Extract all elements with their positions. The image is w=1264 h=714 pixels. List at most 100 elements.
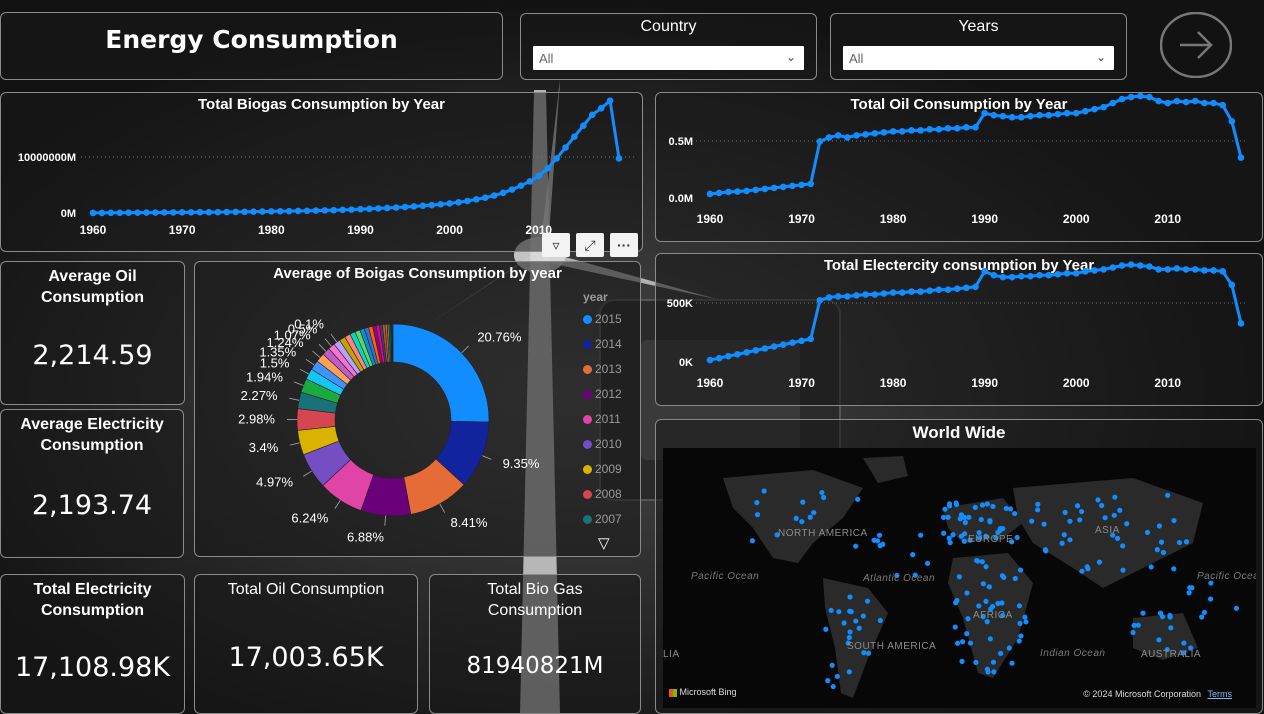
map-label-edge: LIA <box>663 649 680 660</box>
label-leader <box>334 500 341 509</box>
map-canvas[interactable]: NORTH AMERICA EUROPE ASIA AFRICA SOUTH A… <box>663 448 1256 708</box>
legend-item[interactable]: 2009 <box>583 462 622 476</box>
data-point <box>312 207 320 214</box>
location-dot <box>823 626 829 632</box>
data-point <box>1109 99 1117 107</box>
country-slicer-label: Country <box>640 18 697 35</box>
legend-item[interactable]: 2013 <box>583 362 622 376</box>
label-leader <box>303 470 312 477</box>
data-point <box>761 185 769 193</box>
location-dot <box>964 590 970 596</box>
location-dot <box>962 519 968 526</box>
location-dot <box>1199 614 1205 620</box>
world-map-card[interactable]: World Wide NORTH AMERICA EUROPE ASIA AFR… <box>655 419 1263 714</box>
legend-item[interactable]: 2012 <box>583 387 622 401</box>
location-dot <box>1029 518 1035 524</box>
data-point <box>1063 269 1071 277</box>
data-point <box>917 127 924 134</box>
data-point <box>553 155 560 162</box>
data-point <box>1127 261 1135 268</box>
data-point <box>187 209 195 216</box>
total-electricity-value: 17,108.98K <box>14 652 171 683</box>
donut-legend: year 2015 2014 2013 2012 2011 2010 2009 2008 200… <box>583 290 639 540</box>
location-dot <box>754 512 761 518</box>
slice-label: 2.98% <box>238 411 275 426</box>
location-dot <box>956 574 962 580</box>
location-dot <box>811 510 817 516</box>
location-dot <box>1154 547 1160 553</box>
data-point <box>357 205 364 213</box>
location-dot <box>1016 603 1023 609</box>
x-tick-label: 1960 <box>697 376 724 390</box>
legend-item[interactable]: 2007 <box>583 512 622 526</box>
map-terms-link[interactable]: Terms <box>1208 689 1233 699</box>
x-tick-label: 2010 <box>1154 212 1181 226</box>
data-point <box>1017 272 1025 280</box>
location-dot <box>1018 633 1024 639</box>
location-dot <box>1186 590 1192 596</box>
location-dot <box>961 514 968 520</box>
focus-mode-icon[interactable]: ⤢ <box>576 233 604 257</box>
years-dropdown[interactable]: All ⌄ <box>843 46 1114 70</box>
oil-line-chart-card[interactable]: Total Oil Consumption by Year 0.5M 0.0M 19… <box>655 92 1263 242</box>
location-dot <box>1067 537 1073 543</box>
slice-label: 9.35% <box>503 456 540 471</box>
country-dropdown[interactable]: All ⌄ <box>533 46 804 70</box>
next-page-button[interactable] <box>1159 11 1233 79</box>
data-point <box>944 286 952 293</box>
data-point <box>1082 107 1089 115</box>
map-label-pacific-left: Pacific Ocean <box>691 571 760 582</box>
location-dot <box>985 669 991 675</box>
legend-scroll-down-icon[interactable]: ▽ <box>598 534 610 552</box>
legend-item[interactable]: 2015 <box>583 312 622 326</box>
data-point <box>1182 266 1190 273</box>
legend-swatch <box>583 340 592 350</box>
data-point <box>844 134 851 141</box>
legend-swatch <box>583 465 592 475</box>
biogas-line-chart-card[interactable]: Total Biogas Consumption by Year 1000000… <box>0 92 643 252</box>
series-line <box>709 94 1243 196</box>
data-point <box>285 207 293 215</box>
legend-item[interactable]: 2010 <box>583 437 622 451</box>
location-dot <box>986 584 992 590</box>
legend-item[interactable]: 2008 <box>583 487 622 501</box>
data-point <box>1054 270 1062 278</box>
data-point <box>917 288 924 295</box>
location-dot <box>1158 539 1165 545</box>
data-point <box>1136 262 1144 269</box>
data-point <box>1228 117 1236 125</box>
legend-item[interactable]: 2014 <box>583 337 622 351</box>
data-point <box>232 208 239 216</box>
donut-chart-card[interactable]: Average of Boigas Consumption by year 20… <box>194 261 641 557</box>
location-dot <box>952 624 958 630</box>
label-leader <box>384 515 387 526</box>
data-point <box>898 289 906 296</box>
data-point <box>963 124 970 131</box>
data-point <box>816 296 824 304</box>
data-point <box>1008 113 1016 121</box>
location-dot <box>1144 529 1151 535</box>
map-label-south-america: SOUTH AMERICA <box>847 641 937 652</box>
location-dot <box>841 620 847 626</box>
data-point <box>816 138 824 145</box>
location-dot <box>847 629 853 635</box>
location-dot <box>1171 517 1177 524</box>
avg-oil-kpi-card: Average Oil Consumption 2,214.59 <box>0 261 185 405</box>
data-point <box>871 291 879 298</box>
location-dot <box>834 673 840 680</box>
electricity-line-chart-card[interactable]: Total Electercity consumption by Year 50… <box>655 253 1263 406</box>
filter-icon[interactable]: ▿ <box>542 233 570 257</box>
location-dot <box>990 659 997 665</box>
legend-item[interactable]: 2011 <box>583 412 621 426</box>
data-point <box>1054 110 1062 118</box>
more-options-icon[interactable]: ··· <box>610 233 638 257</box>
avg-electricity-kpi-card: Average Electricity Consumption 2,193.74 <box>0 409 184 558</box>
data-point <box>725 352 732 360</box>
data-point <box>743 349 750 356</box>
location-dot <box>1096 559 1103 565</box>
location-dot <box>1001 574 1007 580</box>
data-point <box>1045 111 1053 119</box>
label-leader <box>318 343 327 352</box>
location-dot <box>984 501 990 507</box>
total-oil-value: 17,003.65K <box>228 642 384 673</box>
